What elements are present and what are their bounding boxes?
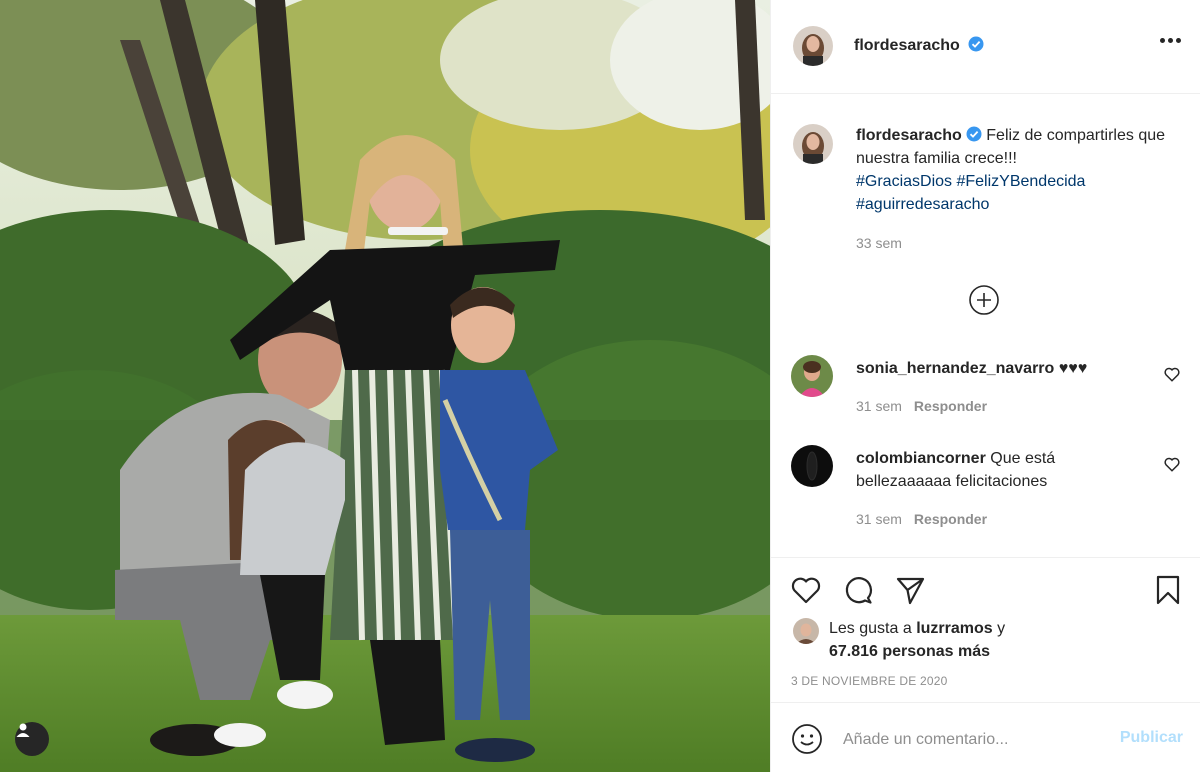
hashtag-link[interactable]: #aguirredesaracho <box>856 196 989 213</box>
caption-timestamp[interactable]: 33 sem <box>856 232 1176 255</box>
comment-timestamp[interactable]: 31 sem <box>856 398 902 414</box>
post-date[interactable]: 3 DE NOVIEMBRE DE 2020 <box>791 674 947 688</box>
liker-avatar[interactable] <box>793 618 819 644</box>
likes-summary: Les gusta a luzrramos y 67.816 personas … <box>793 617 1153 663</box>
commenter-username[interactable]: sonia_hernandez_navarro <box>856 360 1054 377</box>
caption-text-block: flordesaracho Feliz de compartirles que … <box>856 124 1176 255</box>
share-paper-plane-icon[interactable] <box>893 573 927 607</box>
liked-by-username[interactable]: luzrramos <box>916 620 992 637</box>
like-heart-icon[interactable] <box>789 573 823 607</box>
commenter-username[interactable]: colombiancorner <box>856 450 986 467</box>
comment-text-block: colombiancorner Que está bellezaaaaaa fe… <box>856 447 1146 493</box>
save-bookmark-icon[interactable] <box>1151 573 1185 607</box>
comment-like-heart-icon[interactable] <box>1163 365 1181 383</box>
likes-prefix: Les gusta a <box>829 620 912 637</box>
caption-author-avatar[interactable] <box>793 124 833 164</box>
likes-connector: y <box>997 620 1006 637</box>
header-username-row: flordesaracho <box>854 36 984 55</box>
comment-meta: 31 sem Responder <box>856 398 987 414</box>
caption-username[interactable]: flordesaracho <box>856 127 962 144</box>
reply-button[interactable]: Responder <box>914 398 987 414</box>
emoji-smiley-icon[interactable] <box>791 723 823 755</box>
verified-badge-icon <box>966 126 982 142</box>
header-username[interactable]: flordesaracho <box>854 37 960 54</box>
user-tag-button[interactable] <box>15 722 49 756</box>
verified-badge-icon <box>968 36 984 52</box>
load-more-comments-icon[interactable] <box>968 284 1000 316</box>
comment-text: ♥♥♥ <box>1058 360 1088 377</box>
comment-text-block: sonia_hernandez_navarro ♥♥♥ <box>856 357 1146 380</box>
likes-count[interactable]: 67.816 personas más <box>829 643 990 660</box>
hashtag-link[interactable]: #GraciasDios <box>856 173 952 190</box>
comment-item: colombiancorner Que está bellezaaaaaa fe… <box>791 445 1181 535</box>
comment-bubble-icon[interactable] <box>841 573 875 607</box>
post-side-panel: flordesaracho flordesaracho Feliz de com… <box>770 0 1200 772</box>
more-options-icon <box>1160 38 1165 43</box>
hashtag-link[interactable]: #FelizYBendecida <box>956 173 1085 190</box>
comment-item: sonia_hernandez_navarro ♥♥♥ 31 sem Respon… <box>791 355 1181 425</box>
post-photo[interactable] <box>0 0 770 772</box>
family-photo-image <box>0 0 770 772</box>
post-header: flordesaracho <box>771 0 1200 94</box>
user-tag-icon <box>16 723 30 737</box>
commenter-avatar[interactable] <box>791 355 833 397</box>
add-comment-section: Publicar <box>771 702 1200 772</box>
post-actions: Les gusta a luzrramos y 67.816 personas … <box>771 557 1200 702</box>
comment-meta: 31 sem Responder <box>856 511 987 527</box>
publish-button[interactable]: Publicar <box>1120 729 1183 747</box>
reply-button[interactable]: Responder <box>914 511 987 527</box>
more-options-button[interactable] <box>1160 38 1181 43</box>
commenter-avatar[interactable] <box>791 445 833 487</box>
author-avatar[interactable] <box>793 26 833 66</box>
comment-input[interactable] <box>843 725 1093 755</box>
comment-like-heart-icon[interactable] <box>1163 455 1181 473</box>
comment-timestamp[interactable]: 31 sem <box>856 511 902 527</box>
